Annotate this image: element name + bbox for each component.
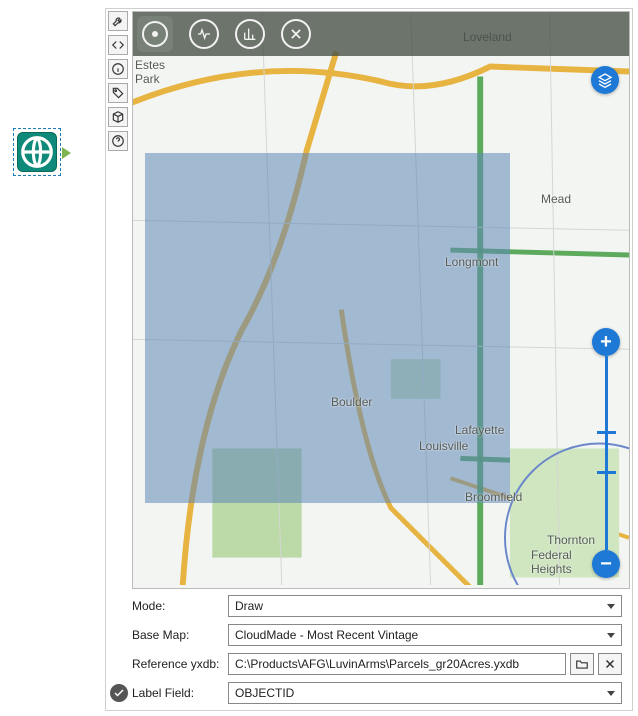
mode-value: Draw	[235, 599, 263, 613]
zoom-track[interactable]	[605, 356, 608, 550]
mode-combo[interactable]: Draw	[228, 595, 622, 617]
wrench-icon[interactable]	[108, 11, 128, 31]
layers-icon[interactable]	[591, 66, 619, 94]
city-label-thornton: Thornton	[547, 533, 595, 547]
zoom-slider: + −	[591, 328, 621, 578]
tag-icon[interactable]	[108, 83, 128, 103]
config-panel: Loveland Estes Park Mead Longmont Boulde…	[105, 8, 633, 711]
workflow-node-map-input[interactable]	[13, 128, 61, 176]
pulse-icon[interactable]	[189, 19, 219, 49]
city-label-federal-heights: Federal Heights	[531, 548, 572, 576]
pin-icon[interactable]	[137, 16, 173, 52]
city-label-broomfield: Broomfield	[465, 490, 522, 504]
basemap-label: Base Map:	[132, 628, 228, 642]
chart-icon[interactable]	[235, 19, 265, 49]
globe-icon	[17, 132, 57, 172]
zoom-out-button[interactable]: −	[592, 550, 620, 578]
labelfield-label: Label Field:	[132, 686, 228, 700]
code-icon[interactable]	[108, 35, 128, 55]
close-icon[interactable]	[281, 19, 311, 49]
help-icon[interactable]	[108, 131, 128, 151]
reference-yxdb-value: C:\Products\AFG\LuvinArms\Parcels_gr20Ac…	[235, 657, 519, 671]
output-anchor-icon[interactable]	[62, 147, 71, 159]
browse-button[interactable]	[570, 653, 594, 675]
chevron-down-icon	[607, 604, 615, 609]
config-form: Mode: Draw Base Map: CloudMade - Most Re…	[132, 593, 622, 709]
labelfield-combo[interactable]: OBJECTID	[228, 682, 622, 704]
clear-button[interactable]	[598, 653, 622, 675]
city-label-mead: Mead	[541, 192, 571, 206]
chevron-down-icon	[607, 633, 615, 638]
info-icon[interactable]	[108, 59, 128, 79]
city-label-longmont: Longmont	[445, 255, 498, 269]
package-icon[interactable]	[108, 107, 128, 127]
reference-yxdb-label: Reference yxdb:	[132, 657, 228, 671]
city-label-lafayette: Lafayette	[455, 423, 504, 437]
zoom-in-button[interactable]: +	[592, 328, 620, 356]
labelfield-value: OBJECTID	[235, 686, 294, 700]
mode-label: Mode:	[132, 599, 228, 613]
reference-yxdb-input[interactable]: C:\Products\AFG\LuvinArms\Parcels_gr20Ac…	[228, 653, 566, 675]
chevron-down-icon	[607, 691, 615, 696]
panel-side-toolbar	[108, 11, 130, 151]
map-toolbar	[133, 12, 629, 56]
city-label-boulder: Boulder	[331, 395, 372, 409]
map-viewport[interactable]: Loveland Estes Park Mead Longmont Boulde…	[132, 11, 630, 589]
apply-button[interactable]	[110, 684, 128, 702]
city-label-estes-park: Estes Park	[135, 58, 165, 86]
basemap-combo[interactable]: CloudMade - Most Recent Vintage	[228, 624, 622, 646]
city-label-louisville: Louisville	[419, 439, 468, 453]
basemap-value: CloudMade - Most Recent Vintage	[235, 628, 418, 642]
